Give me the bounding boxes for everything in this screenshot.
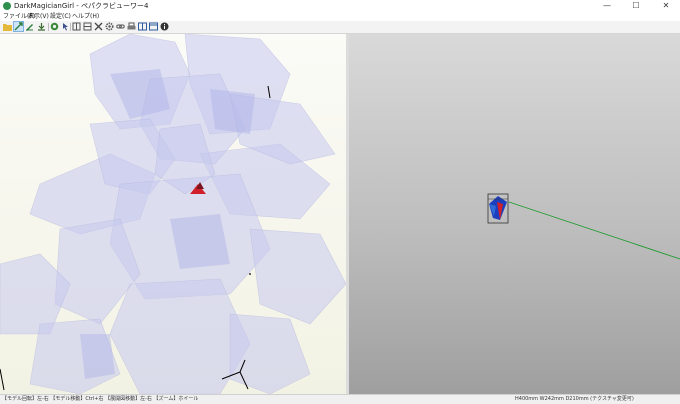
title-bar: DarkMagicianGirl - ペパクラビューワー4 — ☐ ✕ (0, 0, 680, 12)
cut-icon[interactable] (94, 22, 103, 31)
maximize-button[interactable]: ☐ (625, 0, 647, 12)
3d-model-view[interactable] (0, 34, 346, 394)
2d-pattern-view[interactable] (349, 34, 680, 394)
gear-icon[interactable] (105, 22, 114, 31)
toolbar-separator (48, 23, 49, 31)
model-thumbnail (487, 193, 509, 224)
fold-icon[interactable] (83, 22, 92, 31)
export-icon[interactable] (37, 22, 46, 31)
unfold-icon[interactable] (72, 22, 81, 31)
open-folder-icon[interactable] (3, 22, 12, 31)
minimize-button[interactable]: — (596, 0, 618, 12)
2d-pattern-render (487, 193, 680, 260)
window-title: DarkMagicianGirl - ペパクラビューワー4 (14, 2, 149, 10)
texture-icon[interactable] (50, 22, 59, 31)
link-icon[interactable] (116, 22, 125, 31)
menu-view[interactable]: 表示(V) (28, 12, 49, 21)
print-icon[interactable] (127, 22, 136, 31)
menu-bar: ファイル(F) 表示(V) 設定(C) ヘルプ(H) (0, 12, 680, 21)
toolbar (0, 21, 680, 34)
info-icon[interactable] (160, 22, 169, 31)
split-view-icon[interactable] (138, 22, 147, 31)
toolbar-separator (70, 23, 71, 31)
3d-model-render (0, 34, 346, 394)
3d-move-icon[interactable] (13, 21, 24, 32)
window-icon[interactable] (149, 22, 158, 31)
app-icon (3, 2, 11, 10)
2d-edit-icon[interactable] (25, 22, 34, 31)
select-icon[interactable] (61, 22, 70, 31)
menu-help[interactable]: ヘルプ(H) (72, 12, 99, 21)
menu-settings[interactable]: 設定(C) (50, 12, 71, 21)
close-button[interactable]: ✕ (655, 0, 677, 12)
